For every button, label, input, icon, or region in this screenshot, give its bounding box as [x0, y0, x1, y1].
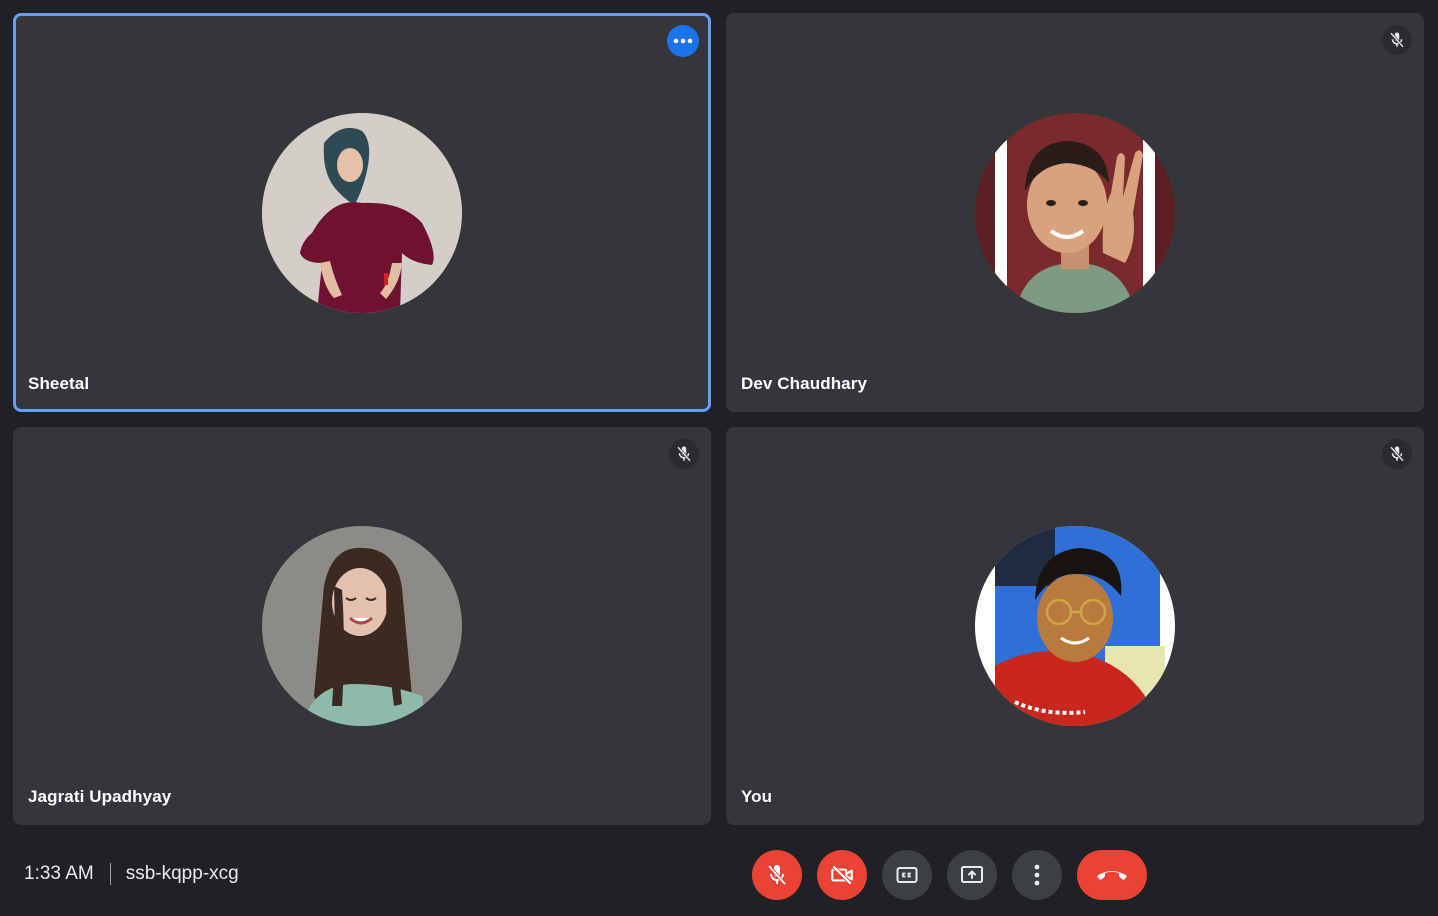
avatar-dev-chaudhary — [975, 112, 1175, 313]
bottom-control-bar: 1:33 AM ssb-kqpp-xcg — [0, 835, 1438, 916]
present-screen-button[interactable] — [947, 850, 997, 900]
divider — [109, 863, 111, 885]
current-time: 1:33 AM — [24, 863, 94, 884]
camera-off-icon — [831, 864, 853, 886]
more-vertical-icon — [1034, 864, 1040, 886]
participant-tile-dev-chaudhary[interactable]: Dev Chaudhary — [726, 13, 1424, 412]
participant-name: Sheetal — [28, 374, 90, 393]
participant-tile-sheetal[interactable]: Sheetal — [13, 13, 711, 412]
more-horizontal-icon — [673, 38, 693, 44]
meeting-info: 1:33 AM ssb-kqpp-xcg — [24, 863, 239, 885]
mic-off-indicator — [669, 439, 699, 469]
mic-off-indicator — [1382, 25, 1412, 55]
meeting-code: ssb-kqpp-xcg — [125, 863, 239, 884]
hang-up-icon — [1097, 871, 1127, 880]
mic-off-indicator — [1382, 439, 1412, 469]
microphone-toggle-button[interactable] — [752, 850, 802, 900]
mic-off-icon — [1390, 446, 1404, 462]
participant-name: Dev Chaudhary — [741, 374, 868, 393]
mic-off-icon — [767, 864, 787, 886]
captions-button[interactable] — [882, 850, 932, 900]
present-screen-icon — [961, 866, 983, 883]
avatar-self — [975, 526, 1175, 726]
participant-name: Jagrati Upadhyay — [28, 787, 172, 806]
participant-tile-self[interactable]: You — [726, 427, 1424, 825]
avatar-jagrati-upadhyay — [262, 526, 462, 726]
more-options-button[interactable] — [1012, 850, 1062, 900]
leave-call-button[interactable] — [1077, 850, 1147, 900]
mic-off-icon — [677, 446, 691, 462]
mic-off-icon — [1390, 32, 1404, 48]
avatar-sheetal — [262, 112, 462, 313]
participant-name: You — [741, 787, 773, 806]
participant-tile-jagrati-upadhyay[interactable]: Jagrati Upadhyay — [13, 427, 711, 825]
captions-icon — [896, 867, 918, 883]
more-options-button[interactable] — [667, 25, 699, 57]
camera-toggle-button[interactable] — [817, 850, 867, 900]
